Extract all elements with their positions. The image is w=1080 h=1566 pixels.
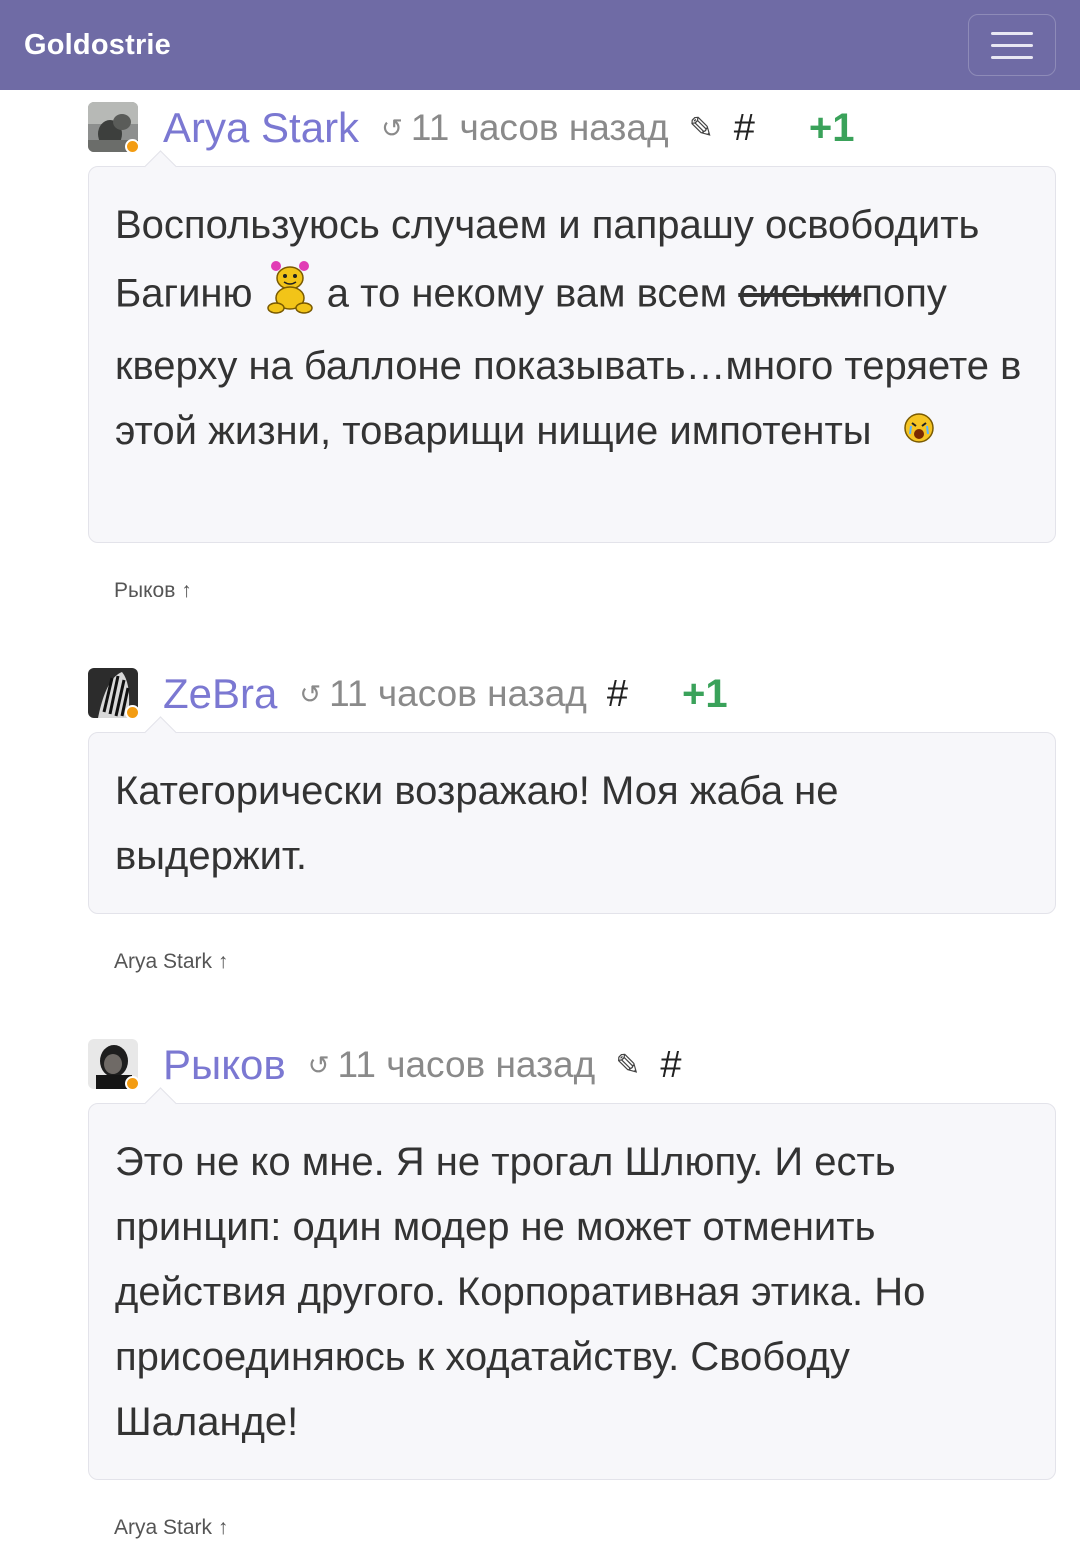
history-icon: ↺ xyxy=(381,112,403,143)
reply-to-link[interactable]: Arya Stark ↑ xyxy=(114,1516,1056,1540)
comment-header: Рыков ↺ 11 часов назад ✎ # xyxy=(88,1027,1056,1103)
hamburger-menu-icon[interactable] xyxy=(968,14,1056,76)
comment-body: Воспользуюсь случаем и папрашу освободит… xyxy=(88,166,1056,543)
comment-author[interactable]: Arya Stark xyxy=(163,104,359,152)
crying-smiley-icon xyxy=(901,401,937,466)
comment-header: ZeBra ↺ 11 часов назад # +1 xyxy=(88,656,1056,732)
comment-permalink[interactable]: # xyxy=(734,107,755,150)
comment-body: Категорически возражаю! Моя жаба не выде… xyxy=(88,732,1056,914)
comment-author[interactable]: ZeBra xyxy=(163,670,277,718)
navbar: Goldostrie xyxy=(0,0,1080,90)
avatar[interactable] xyxy=(88,1039,140,1091)
comment-header: Arya Stark ↺ 11 часов назад ✎ # +1 xyxy=(88,90,1056,166)
avatar[interactable] xyxy=(88,668,140,720)
online-status-dot xyxy=(125,139,140,154)
history-icon: ↺ xyxy=(299,678,322,709)
site-brand[interactable]: Goldostrie xyxy=(24,29,171,62)
comment-permalink[interactable]: # xyxy=(660,1044,681,1087)
reply-to-link[interactable]: Arya Stark ↑ xyxy=(114,950,1056,974)
reply-to-link[interactable]: Рыков ↑ xyxy=(114,579,1056,603)
edit-pencil-icon[interactable]: ✎ xyxy=(615,1048,640,1083)
online-status-dot xyxy=(125,705,140,720)
comment-score[interactable]: +1 xyxy=(809,106,855,151)
comment: Рыков ↺ 11 часов назад ✎ # Это не ко мне… xyxy=(88,1027,1056,1540)
dancing-smiley-icon xyxy=(264,258,316,334)
avatar[interactable] xyxy=(88,102,140,154)
comment-score[interactable]: +1 xyxy=(682,672,728,717)
comment-time[interactable]: ↺ 11 часов назад xyxy=(308,1044,596,1086)
comment-body: Это не ко мне. Я не трогал Шлюпу. И есть… xyxy=(88,1103,1056,1480)
edit-pencil-icon[interactable]: ✎ xyxy=(689,111,714,146)
comment-permalink[interactable]: # xyxy=(607,673,628,716)
comment-time[interactable]: ↺ 11 часов назад xyxy=(381,107,669,149)
comment: ZeBra ↺ 11 часов назад # +1 Категорическ… xyxy=(88,656,1056,974)
comment: Arya Stark ↺ 11 часов назад ✎ # +1 Воспо… xyxy=(88,90,1056,603)
online-status-dot xyxy=(125,1076,140,1091)
comment-author[interactable]: Рыков xyxy=(163,1041,286,1089)
history-icon: ↺ xyxy=(307,1049,330,1080)
comment-time[interactable]: ↺ 11 часов назад xyxy=(299,673,587,715)
